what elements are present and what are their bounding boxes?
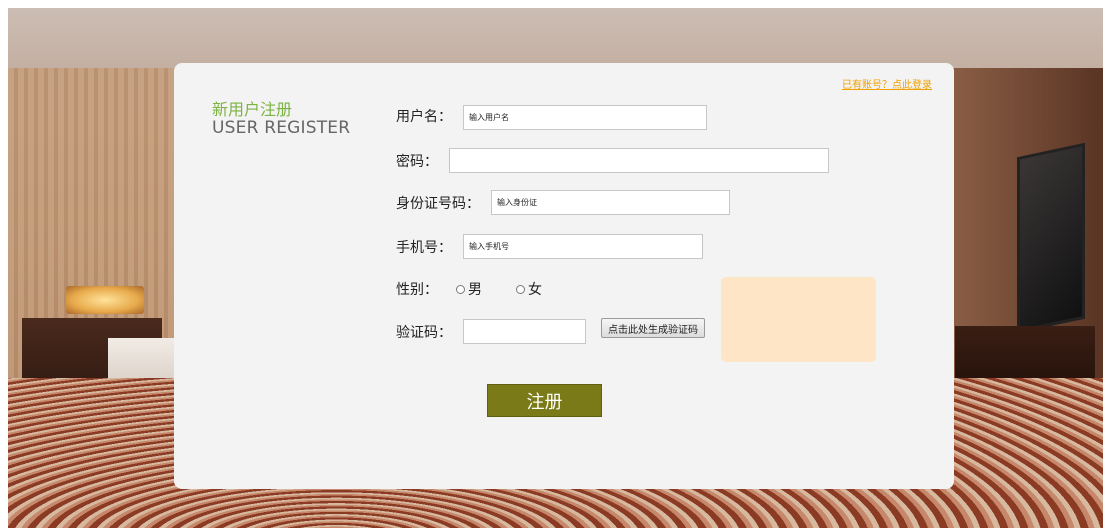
- radio-circle-icon: [456, 284, 465, 294]
- background-tv: [1017, 142, 1085, 334]
- captcha-image: [721, 277, 876, 362]
- id-card-label: 身份证号码：: [396, 196, 480, 212]
- radio-circle-icon: [516, 284, 525, 294]
- phone-label: 手机号：: [396, 240, 452, 256]
- gender-label: 性别：: [396, 282, 438, 298]
- register-button[interactable]: 注册: [487, 384, 602, 417]
- password-label: 密码：: [396, 154, 438, 170]
- generate-captcha-button[interactable]: 点击此处生成验证码: [601, 318, 705, 338]
- captcha-input[interactable]: [463, 319, 586, 344]
- login-link[interactable]: 已有账号？点此登录: [842, 76, 932, 91]
- captcha-label: 验证码：: [396, 325, 452, 341]
- gender-option-label: 女: [528, 282, 542, 298]
- register-card: 新用户注册 USER REGISTER 已有账号？点此登录 用户名： 密码： 身…: [174, 63, 954, 489]
- username-input[interactable]: [463, 105, 707, 130]
- page-title-en: USER REGISTER: [212, 118, 351, 138]
- page-title-cn: 新用户注册: [212, 100, 293, 119]
- username-label: 用户名：: [396, 109, 452, 125]
- id-card-input[interactable]: [491, 190, 730, 215]
- password-input[interactable]: [449, 148, 829, 173]
- background-lamp: [66, 286, 144, 314]
- phone-input[interactable]: [463, 234, 703, 259]
- gender-option-label: 男: [468, 282, 482, 298]
- gender-radio-male[interactable]: 男: [456, 279, 482, 299]
- gender-radio-female[interactable]: 女: [516, 279, 542, 299]
